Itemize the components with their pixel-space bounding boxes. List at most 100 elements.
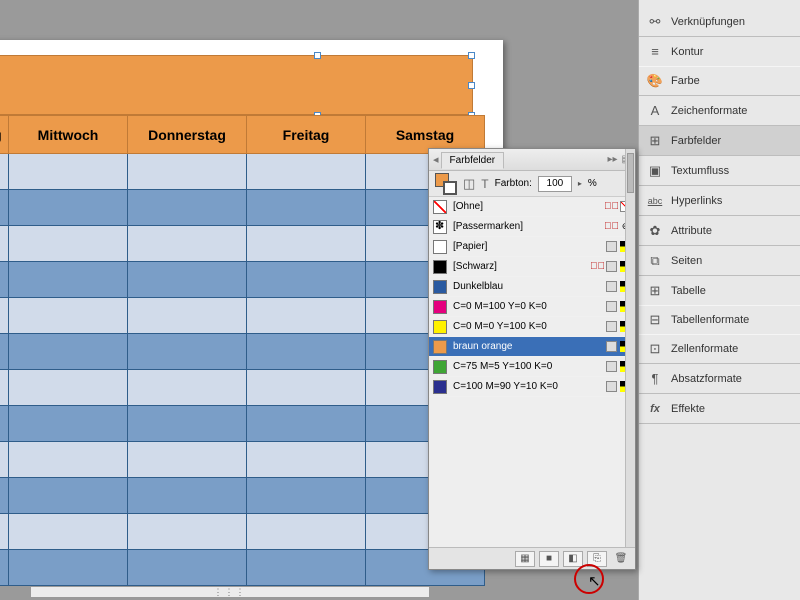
calendar-cell[interactable] bbox=[0, 154, 9, 190]
calendar-cell[interactable] bbox=[247, 334, 366, 370]
panel-row-verknüpfungen[interactable]: ⚯Verknüpfungen bbox=[639, 7, 800, 36]
calendar-cell[interactable] bbox=[247, 514, 366, 550]
tint-input[interactable] bbox=[538, 176, 572, 192]
calendar-cell[interactable] bbox=[128, 334, 247, 370]
calendar-cell[interactable] bbox=[128, 550, 247, 586]
calendar-cell[interactable] bbox=[9, 514, 128, 550]
panel-collapse-icon[interactable]: ▸▸ bbox=[608, 154, 618, 165]
calendar-cell[interactable] bbox=[247, 190, 366, 226]
handle-tm[interactable] bbox=[314, 52, 321, 59]
panel-row-farbfelder[interactable]: ⊞Farbfelder bbox=[639, 126, 800, 155]
calendar-cell[interactable] bbox=[247, 370, 366, 406]
panel-row-attribute[interactable]: ✿Attribute bbox=[639, 216, 800, 245]
calendar-cell[interactable] bbox=[0, 442, 9, 478]
swatch-color bbox=[433, 240, 447, 254]
show-all-swatches-button[interactable]: ▦ bbox=[515, 551, 535, 567]
process-icon bbox=[606, 281, 617, 292]
new-swatch-button[interactable]: ⎘ bbox=[587, 551, 607, 567]
calendar-cell[interactable] bbox=[128, 298, 247, 334]
calendar-cell[interactable] bbox=[247, 262, 366, 298]
swatch-row[interactable]: C=0 M=100 Y=0 K=0 bbox=[429, 297, 635, 317]
panel-row-farbe[interactable]: 🎨Farbe bbox=[639, 66, 800, 95]
calendar-cell[interactable] bbox=[128, 154, 247, 190]
calendar-cell[interactable] bbox=[128, 478, 247, 514]
panel-row-absatzformate[interactable]: ¶Absatzformate bbox=[639, 364, 800, 393]
panel-row-tabellenformate[interactable]: ⊟Tabellenformate bbox=[639, 305, 800, 334]
calendar-cell[interactable] bbox=[0, 298, 9, 334]
calendar-cell[interactable] bbox=[0, 226, 9, 262]
swatch-row[interactable]: [Passermarken]✎⃠⊕ bbox=[429, 217, 635, 237]
horizontal-scrollbar[interactable]: ⋮⋮⋮ bbox=[30, 586, 430, 598]
tint-stepper-icon[interactable]: ▸ bbox=[578, 179, 582, 188]
calendar-cell[interactable] bbox=[128, 262, 247, 298]
stroke-swatch[interactable] bbox=[443, 181, 457, 195]
calendar-cell[interactable] bbox=[9, 370, 128, 406]
container-format-icon[interactable]: ◫ bbox=[463, 176, 475, 192]
show-gradient-swatches-button[interactable]: ◧ bbox=[563, 551, 583, 567]
calendar-cell[interactable] bbox=[9, 442, 128, 478]
text-format-icon[interactable]: T bbox=[481, 177, 488, 191]
selected-frame[interactable] bbox=[0, 55, 473, 115]
calendar-cell[interactable] bbox=[0, 262, 9, 298]
swatches-panel-header[interactable]: ◂ Farbfelder ▸▸ ▤ bbox=[429, 149, 635, 171]
show-color-swatches-button[interactable]: ■ bbox=[539, 551, 559, 567]
calendar-cell[interactable] bbox=[128, 514, 247, 550]
handle-tr[interactable] bbox=[468, 52, 475, 59]
swatch-row[interactable]: [Ohne]✎⃠ bbox=[429, 197, 635, 217]
swatch-row[interactable]: [Schwarz]✎⃠ bbox=[429, 257, 635, 277]
calendar-cell[interactable] bbox=[128, 442, 247, 478]
swatch-row[interactable]: C=75 M=5 Y=100 K=0 bbox=[429, 357, 635, 377]
calendar-cell[interactable] bbox=[9, 190, 128, 226]
calendar-cell[interactable] bbox=[247, 550, 366, 586]
calendar-cell[interactable] bbox=[247, 442, 366, 478]
panel-row-seiten[interactable]: ⧉Seiten bbox=[639, 246, 800, 275]
panel-row-kontur[interactable]: ≡Kontur bbox=[639, 37, 800, 66]
calendar-cell[interactable] bbox=[0, 406, 9, 442]
swatch-name: C=100 M=90 Y=10 K=0 bbox=[453, 381, 600, 392]
calendar-cell[interactable] bbox=[247, 226, 366, 262]
panel-row-textumfluss[interactable]: ▣Textumfluss bbox=[639, 156, 800, 185]
swatch-row[interactable]: C=100 M=90 Y=10 K=0 bbox=[429, 377, 635, 397]
locked-icon: ✎⃠ bbox=[606, 221, 617, 232]
panel-row-ebenen[interactable]: ≣Ebenen bbox=[639, 0, 800, 7]
swatch-row[interactable]: Dunkelblau bbox=[429, 277, 635, 297]
calendar-cell[interactable] bbox=[0, 190, 9, 226]
swatches-list[interactable]: [Ohne]✎⃠[Passermarken]✎⃠⊕[Papier][Schwar… bbox=[429, 197, 635, 397]
calendar-cell[interactable] bbox=[9, 262, 128, 298]
swatches-panel[interactable]: ◂ Farbfelder ▸▸ ▤ ◫ T Farbton: ▸ % [Ohne… bbox=[428, 148, 636, 570]
panel-row-effekte[interactable]: fxEffekte bbox=[639, 394, 800, 423]
calendar-cell[interactable] bbox=[9, 154, 128, 190]
calendar-cell[interactable] bbox=[9, 226, 128, 262]
panel-row-zeichenformate[interactable]: AZeichenformate bbox=[639, 96, 800, 125]
swatch-row[interactable]: braun orange bbox=[429, 337, 635, 357]
panel-row-zellenformate[interactable]: ⊡Zellenformate bbox=[639, 334, 800, 363]
calendar-cell[interactable] bbox=[128, 370, 247, 406]
swatch-row[interactable]: C=0 M=0 Y=100 K=0 bbox=[429, 317, 635, 337]
calendar-cell[interactable] bbox=[247, 478, 366, 514]
calendar-cell[interactable] bbox=[247, 406, 366, 442]
calendar-cell[interactable] bbox=[128, 226, 247, 262]
swatch-row[interactable]: [Papier] bbox=[429, 237, 635, 257]
calendar-cell[interactable] bbox=[0, 478, 9, 514]
swatches-tab[interactable]: Farbfelder bbox=[441, 152, 505, 169]
calendar-cell[interactable] bbox=[9, 550, 128, 586]
calendar-cell[interactable] bbox=[128, 190, 247, 226]
swatches-scrollbar[interactable] bbox=[625, 149, 635, 547]
panel-row-tabelle[interactable]: ⊞Tabelle bbox=[639, 276, 800, 305]
calendar-cell[interactable] bbox=[247, 154, 366, 190]
calendar-table[interactable]: agMittwochDonnerstagFreitagSamstag bbox=[0, 115, 485, 586]
panel-row-hyperlinks[interactable]: abcHyperlinks bbox=[639, 186, 800, 215]
calendar-cell[interactable] bbox=[128, 406, 247, 442]
calendar-cell[interactable] bbox=[9, 406, 128, 442]
calendar-cell[interactable] bbox=[9, 334, 128, 370]
fill-stroke-proxy[interactable] bbox=[435, 173, 457, 195]
delete-swatch-button[interactable]: 🗑 bbox=[611, 551, 631, 567]
calendar-cell[interactable] bbox=[9, 478, 128, 514]
calendar-cell[interactable] bbox=[247, 298, 366, 334]
calendar-cell[interactable] bbox=[0, 334, 9, 370]
calendar-cell[interactable] bbox=[9, 298, 128, 334]
calendar-cell[interactable] bbox=[0, 550, 9, 586]
calendar-cell[interactable] bbox=[0, 370, 9, 406]
handle-mr[interactable] bbox=[468, 82, 475, 89]
calendar-cell[interactable] bbox=[0, 514, 9, 550]
